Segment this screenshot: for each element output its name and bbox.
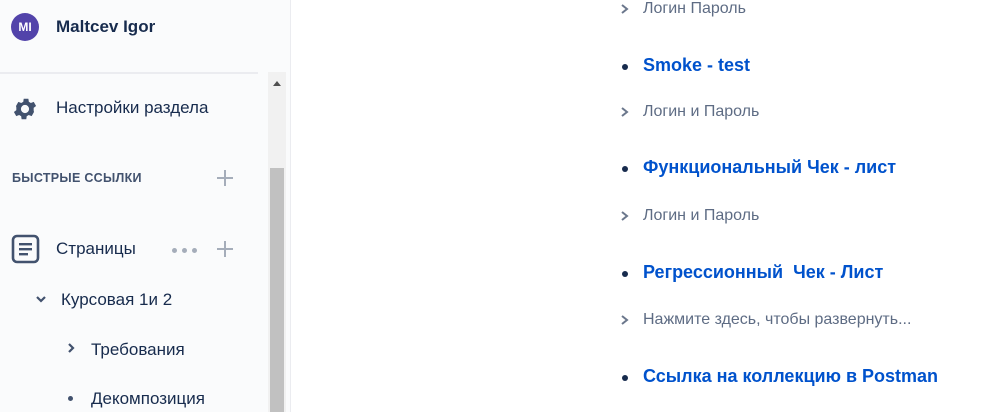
bullet-icon bbox=[68, 396, 73, 401]
chevron-right-icon bbox=[621, 4, 629, 14]
tree-item-kursovaya[interactable]: Курсовая 1и 2 bbox=[61, 290, 172, 310]
chevron-right-icon bbox=[621, 315, 629, 325]
pages-nav-item[interactable]: Страницы bbox=[0, 230, 258, 270]
chevron-right-icon[interactable] bbox=[65, 342, 77, 354]
page-content: Логин Пароль Smoke - test Логин и Пароль… bbox=[291, 0, 998, 412]
quick-links-title: БЫСТРЫЕ ССЫЛКИ bbox=[12, 171, 142, 185]
bullet-icon bbox=[622, 375, 628, 381]
tree-item-trebovaniya[interactable]: Требования bbox=[91, 340, 185, 360]
link-regression-checklist[interactable]: Регрессионный Чек - Лист bbox=[643, 262, 883, 283]
chevron-down-icon[interactable] bbox=[35, 293, 47, 305]
link-functional-checklist[interactable]: Функциональный Чек - лист bbox=[643, 157, 896, 178]
user-name[interactable]: Maltcev Igor bbox=[56, 17, 155, 37]
avatar[interactable]: MI bbox=[11, 13, 39, 41]
expand-title: Логин и Пароль bbox=[643, 103, 760, 120]
chevron-right-icon bbox=[621, 211, 629, 221]
add-page-plus-icon[interactable] bbox=[216, 240, 234, 258]
sidebar-scrollbar[interactable] bbox=[268, 72, 286, 412]
scroll-up-arrow-icon[interactable] bbox=[268, 72, 286, 94]
bullet-icon bbox=[622, 271, 628, 277]
chevron-right-icon bbox=[621, 107, 629, 117]
expand-title: Нажмите здесь, чтобы развернуть... bbox=[643, 311, 912, 328]
bullet-icon bbox=[622, 166, 628, 172]
gear-icon bbox=[13, 98, 37, 120]
space-settings-link[interactable]: Настройки раздела bbox=[0, 88, 258, 128]
more-options-icon[interactable] bbox=[172, 248, 202, 254]
link-smoke-test[interactable]: Smoke - test bbox=[643, 55, 750, 76]
expand-title: Логин Пароль bbox=[643, 0, 746, 17]
bullet-icon bbox=[622, 64, 628, 70]
scroll-thumb[interactable] bbox=[270, 168, 284, 412]
pages-icon bbox=[11, 234, 40, 264]
sidebar: MI Maltcev Igor Настройки раздела БЫСТРЫ… bbox=[0, 0, 291, 412]
link-postman-collection[interactable]: Ссылка на коллекцию в Postman bbox=[643, 366, 938, 387]
settings-label: Настройки раздела bbox=[56, 98, 209, 117]
user-profile[interactable]: MI Maltcev Igor bbox=[0, 0, 258, 74]
add-quick-link-plus-icon[interactable] bbox=[216, 169, 234, 187]
pages-label: Страницы bbox=[56, 239, 136, 258]
tree-item-dekompoziciya[interactable]: Декомпозиция bbox=[91, 389, 205, 409]
expand-title: Логин и Пароль bbox=[643, 207, 760, 224]
